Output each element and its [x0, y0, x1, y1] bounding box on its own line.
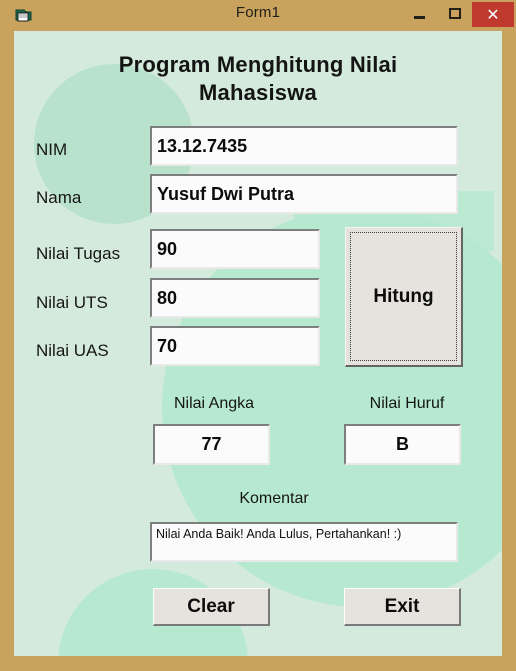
- label-nilai-uas: Nilai UAS: [36, 341, 109, 360]
- close-button[interactable]: ✕: [472, 2, 514, 27]
- window-title: Form1: [235, 4, 281, 21]
- label-nama: Nama: [36, 188, 82, 207]
- nilai-tugas-input[interactable]: 90: [150, 229, 320, 269]
- nilai-uts-input[interactable]: 80: [150, 278, 320, 318]
- application-window: Form1 ✕ Program Menghitung Nilai Mahasis…: [0, 0, 516, 671]
- nilai-huruf-output[interactable]: B: [344, 424, 461, 465]
- label-nim: NIM: [36, 140, 68, 159]
- maximize-icon: [440, 0, 470, 27]
- form-client-area: Program Menghitung Nilai Mahasiswa NIM 1…: [14, 31, 502, 656]
- komentar-textarea[interactable]: Nilai Anda Baik! Anda Lulus, Pertahankan…: [150, 522, 458, 562]
- maximize-button[interactable]: [440, 0, 470, 27]
- page-title: Program Menghitung Nilai Mahasiswa: [118, 52, 398, 106]
- title-bar[interactable]: Form1 ✕: [0, 0, 516, 31]
- minimize-icon: [404, 0, 434, 27]
- label-nilai-angka: Nilai Angka: [173, 395, 255, 412]
- nim-input[interactable]: 13.12.7435: [150, 126, 458, 166]
- label-komentar: Komentar: [239, 490, 309, 507]
- form-content: Program Menghitung Nilai Mahasiswa NIM 1…: [14, 31, 502, 656]
- nilai-uas-input[interactable]: 70: [150, 326, 320, 366]
- clear-button[interactable]: Clear: [153, 588, 270, 626]
- clear-button-label: Clear: [187, 595, 235, 617]
- exit-button[interactable]: Exit: [344, 588, 461, 626]
- label-nilai-tugas: Nilai Tugas: [36, 244, 121, 263]
- label-nilai-huruf: Nilai Huruf: [369, 395, 445, 412]
- hitung-button[interactable]: Hitung: [345, 227, 463, 367]
- nilai-angka-output[interactable]: 77: [153, 424, 270, 465]
- exit-button-label: Exit: [384, 595, 420, 617]
- close-icon: ✕: [486, 4, 500, 24]
- minimize-button[interactable]: [404, 0, 434, 27]
- nama-input[interactable]: Yusuf Dwi Putra: [150, 174, 458, 214]
- hitung-button-label: Hitung: [373, 285, 434, 307]
- label-nilai-uts: Nilai UTS: [36, 293, 108, 312]
